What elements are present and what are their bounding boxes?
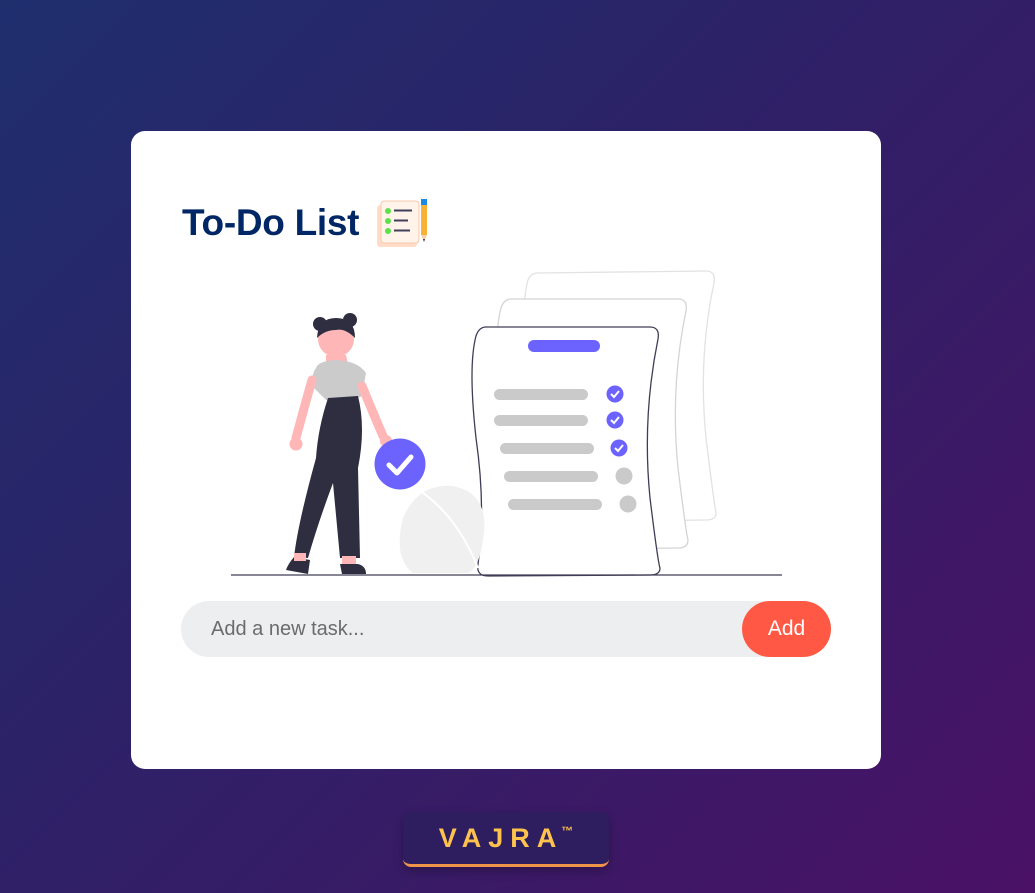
add-task-button[interactable]: Add (742, 601, 831, 657)
checked-icon (610, 439, 628, 457)
page-title: To-Do List (182, 202, 360, 243)
list-line (500, 443, 594, 454)
new-task-input[interactable] (181, 601, 742, 657)
brand-badge: VAJRA ™ (403, 812, 609, 867)
list-line (494, 389, 588, 400)
checked-icon (606, 385, 624, 403)
paper-header-bar (528, 340, 600, 352)
add-task-form: Add (181, 601, 831, 657)
trademark-symbol: ™ (561, 824, 574, 838)
unchecked-icon (615, 467, 633, 485)
brand-name: VAJRA (438, 822, 564, 853)
check-badge-icon (374, 438, 426, 490)
leaf-shape (399, 485, 485, 573)
woman-with-checklist-illustration (231, 270, 782, 577)
unchecked-icon (619, 495, 637, 513)
list-line (508, 499, 602, 510)
woman-figure (286, 313, 392, 574)
checked-icon (606, 411, 624, 429)
title-row: To-Do List (182, 193, 431, 253)
list-line (504, 471, 598, 482)
todo-card: To-Do List Add a new task... Add (131, 131, 881, 769)
checklist-pencil-icon (377, 199, 428, 247)
list-line (494, 415, 588, 426)
